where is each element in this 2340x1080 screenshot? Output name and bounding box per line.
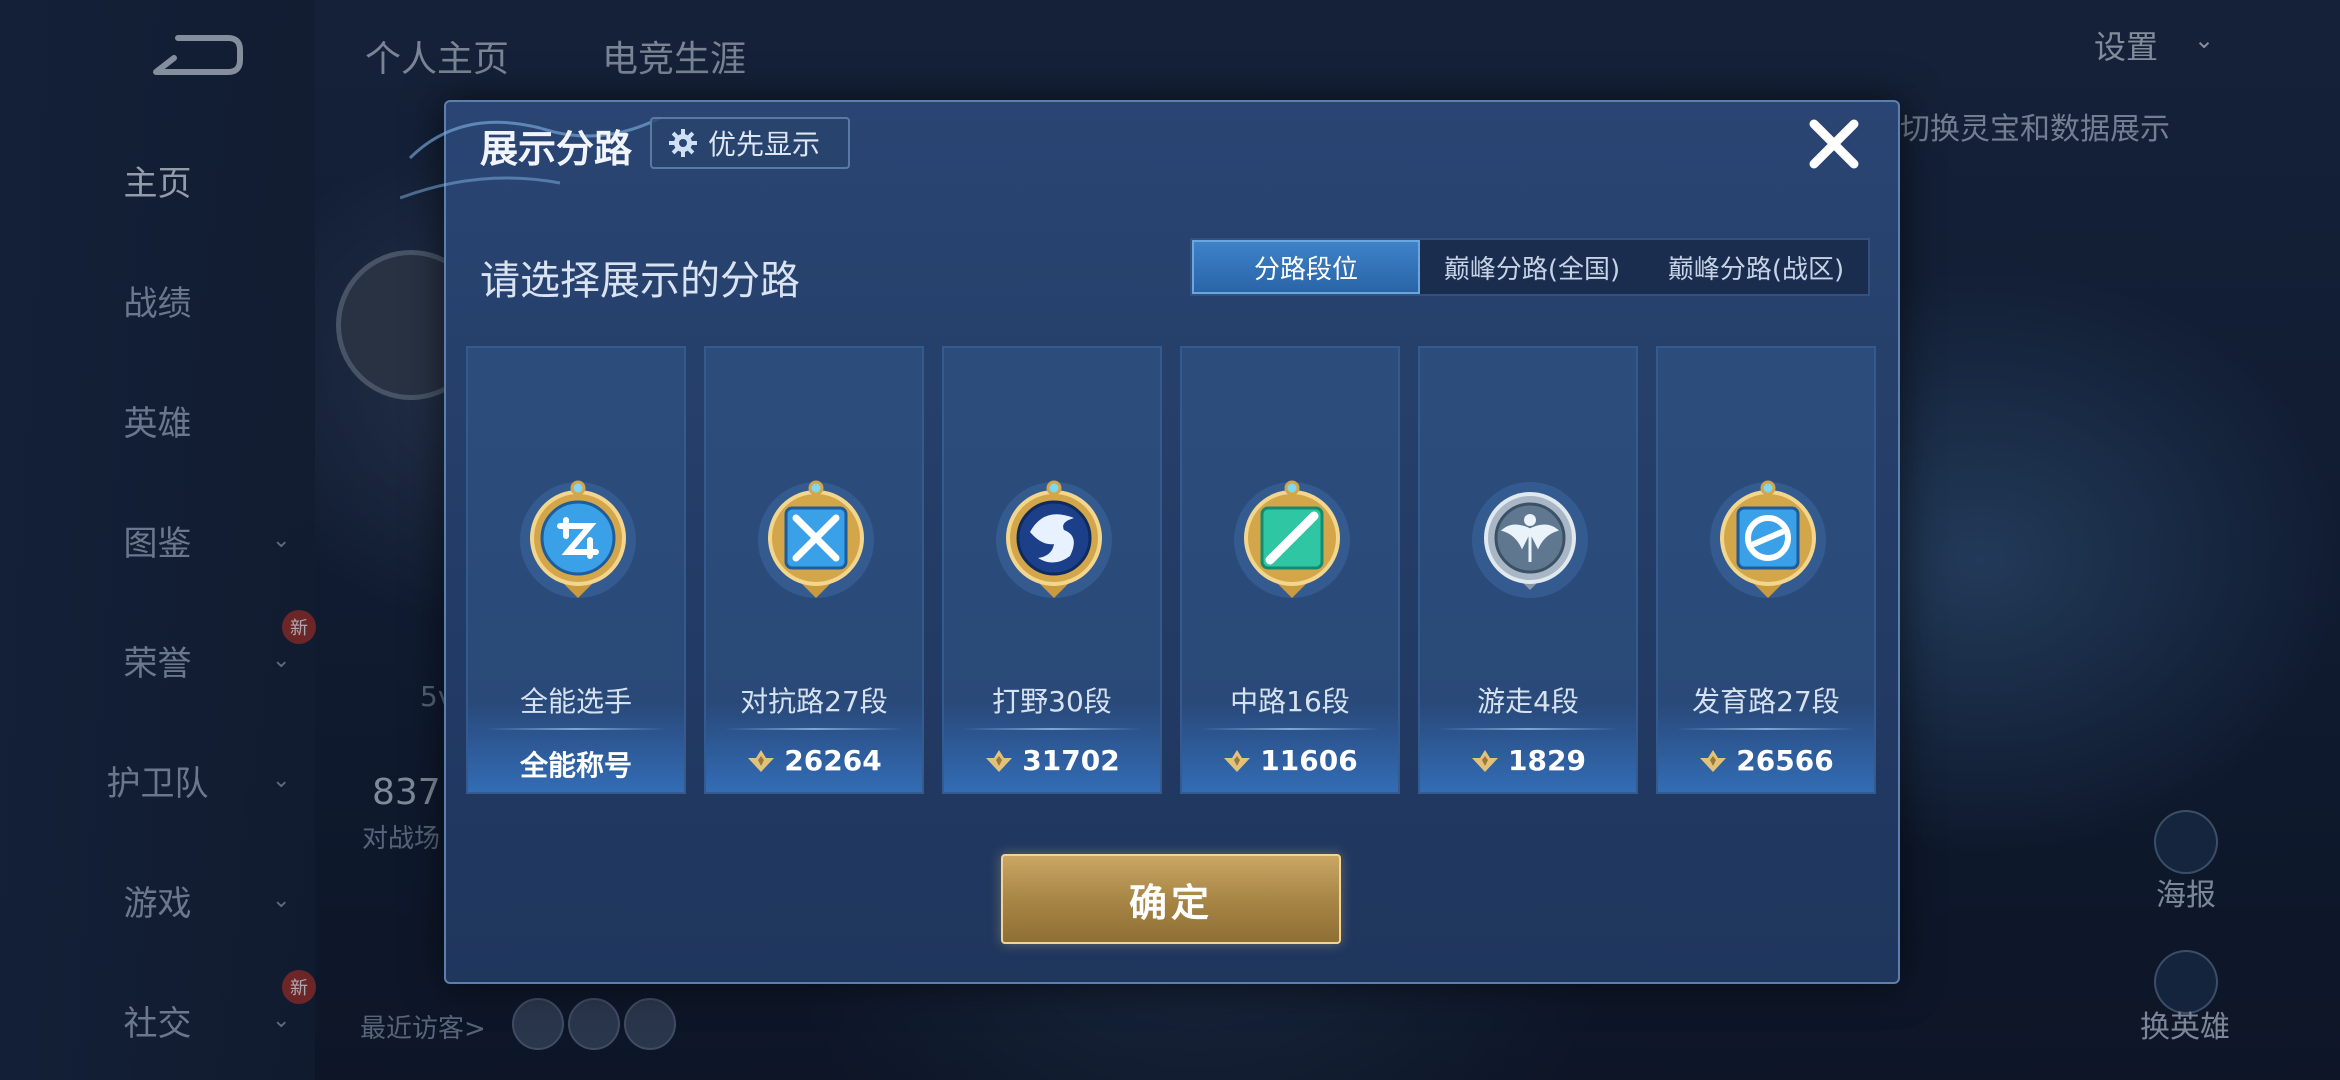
lane-name: 打野30段	[992, 685, 1112, 718]
lane-score: 1829	[1420, 744, 1636, 777]
lane-card-mid[interactable]: 中路16段 11606	[1180, 346, 1400, 794]
farm-lane-emblem-icon	[1710, 480, 1826, 598]
card-divider	[1200, 728, 1380, 730]
lane-score: 11606	[1182, 744, 1398, 777]
lane-card-jungle[interactable]: 打野30段 31702	[942, 346, 1162, 794]
card-divider	[1438, 728, 1618, 730]
lane-card-all-round[interactable]: 全能选手 全能称号	[466, 346, 686, 794]
card-divider	[1676, 728, 1856, 730]
card-divider	[962, 728, 1142, 730]
lane-score: 全能称号	[519, 749, 632, 782]
lane-name: 中路16段	[1230, 685, 1350, 718]
priority-display-label: 优先显示	[708, 128, 821, 161]
rank-points-icon	[748, 749, 775, 772]
close-icon	[1809, 119, 1859, 169]
jungle-emblem-icon	[996, 480, 1112, 598]
roam-emblem-icon	[1472, 482, 1588, 598]
lane-card-clash[interactable]: 对抗路27段 26264	[704, 346, 924, 794]
lane-card-farm[interactable]: 发育路27段 26566	[1656, 346, 1876, 794]
lane-name: 发育路27段	[1692, 685, 1840, 718]
tab-peak-lane-region[interactable]: 巅峰分路(战区)	[1644, 240, 1868, 294]
clash-lane-emblem-icon	[758, 480, 874, 598]
gear-icon	[669, 129, 697, 157]
dialog-title: 展示分路	[480, 127, 633, 171]
rank-points-icon	[1700, 749, 1727, 772]
card-divider	[724, 728, 904, 730]
rank-points-icon	[1224, 749, 1251, 772]
close-button[interactable]	[1800, 110, 1868, 178]
lane-card-roam[interactable]: 游走4段 1829	[1418, 346, 1638, 794]
lane-score: 26264	[706, 744, 922, 777]
rank-points-icon	[1472, 749, 1499, 772]
lane-score: 31702	[944, 744, 1160, 777]
tab-peak-lane-national[interactable]: 巅峰分路(全国)	[1420, 240, 1644, 294]
lane-score: 26566	[1658, 744, 1874, 777]
lane-name: 对抗路27段	[740, 685, 888, 718]
tab-lane-rank[interactable]: 分路段位	[1192, 240, 1420, 294]
card-divider	[486, 728, 666, 730]
lane-name: 游走4段	[1477, 685, 1579, 718]
lane-cards: 全能选手 全能称号 对抗路27段 26264 打野30段 31702 中路16段…	[466, 346, 1876, 796]
confirm-button[interactable]: 确定	[1001, 854, 1341, 944]
lane-tabs: 分路段位 巅峰分路(全国) 巅峰分路(战区)	[1190, 238, 1870, 296]
lane-name: 全能选手	[519, 685, 632, 718]
all-round-emblem-icon	[520, 480, 636, 598]
rank-points-icon	[986, 749, 1013, 772]
priority-display-button[interactable]: 优先显示	[650, 117, 850, 169]
mid-lane-emblem-icon	[1234, 480, 1350, 598]
dialog-subtitle: 请选择展示的分路	[480, 258, 800, 304]
